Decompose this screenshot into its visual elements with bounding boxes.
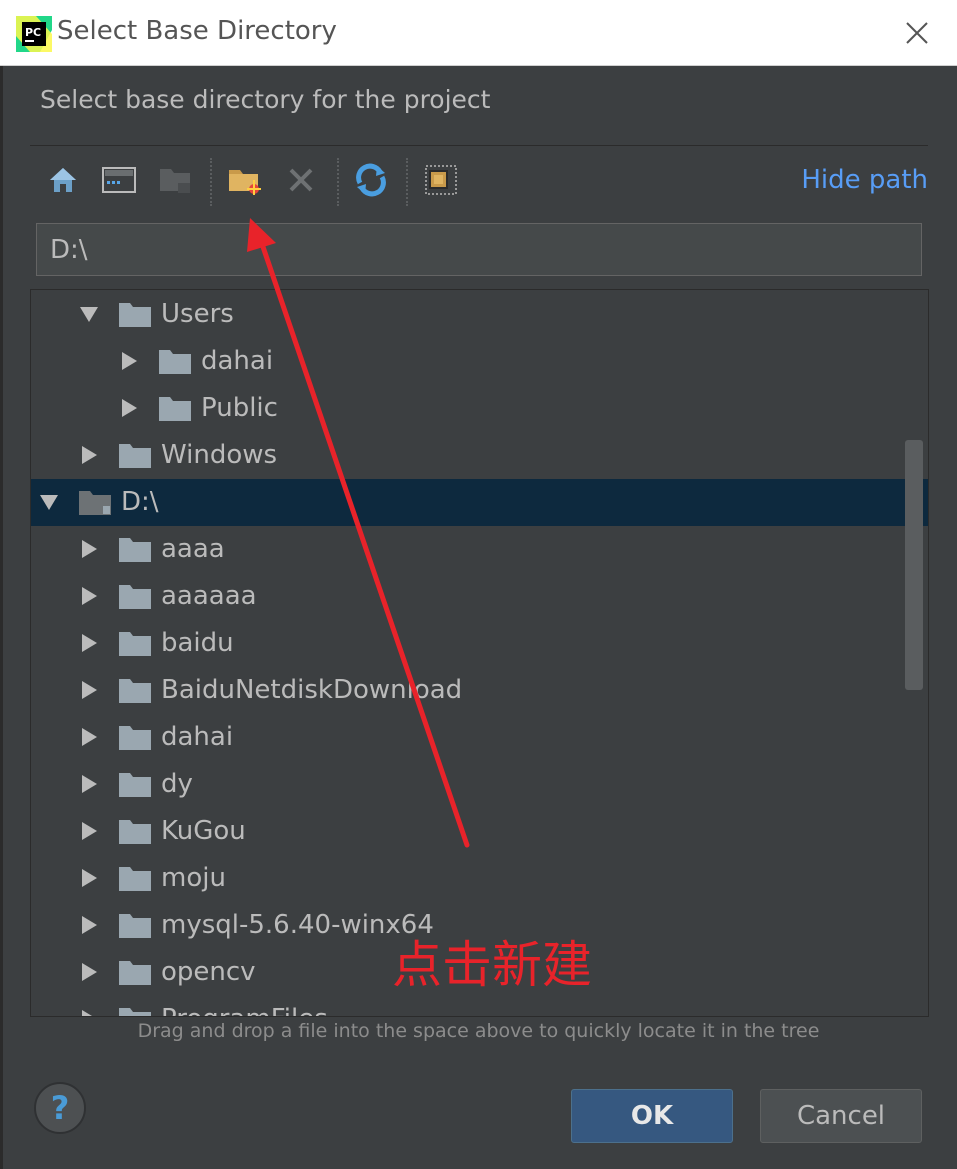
folder-icon: [119, 820, 151, 844]
folder-icon: [119, 961, 151, 985]
tree-row-label: Windows: [161, 440, 278, 470]
expand-down-icon[interactable]: [39, 492, 59, 512]
cancel-button[interactable]: Cancel: [760, 1089, 922, 1143]
expand-right-icon[interactable]: [79, 962, 99, 982]
expand-right-icon[interactable]: [79, 774, 99, 794]
tree-row-label: KuGou: [161, 816, 246, 846]
tree-row[interactable]: BaiduNetdiskDownload: [31, 667, 928, 714]
folder-icon: [119, 867, 151, 891]
expand-right-icon[interactable]: [79, 1009, 99, 1017]
tree-row[interactable]: D:\: [31, 479, 928, 526]
drive-icon: [79, 491, 111, 515]
expand-right-icon[interactable]: [79, 633, 99, 653]
drag-drop-hint: Drag and drop a file into the space abov…: [137, 1020, 820, 1042]
tree-row[interactable]: KuGou: [31, 808, 928, 855]
tree-row-label: dahai: [161, 722, 234, 752]
tree-row[interactable]: dy: [31, 761, 928, 808]
dialog-description: Select base directory for the project: [40, 85, 491, 114]
tree-row-label: Public: [201, 393, 278, 423]
tree-row-label: Users: [161, 299, 234, 329]
expand-right-icon[interactable]: [79, 868, 99, 888]
expand-right-icon[interactable]: [79, 915, 99, 935]
help-button[interactable]: ?: [34, 1082, 86, 1134]
window-title: Select Base Directory: [57, 16, 337, 46]
folder-icon: [119, 303, 151, 327]
tree-row-label: aaaa: [161, 534, 225, 564]
help-icon: ?: [50, 1089, 70, 1127]
tree-row[interactable]: dahai: [31, 338, 928, 385]
show-hidden-icon[interactable]: [423, 162, 459, 198]
tree-row[interactable]: ProgramFiles: [31, 996, 928, 1017]
path-input[interactable]: [36, 223, 922, 276]
tree-row-label: BaiduNetdiskDownload: [161, 675, 463, 705]
folder-icon: [119, 679, 151, 703]
expand-right-icon[interactable]: [79, 821, 99, 841]
tree-row[interactable]: dahai: [31, 714, 928, 761]
folder-icon: [159, 397, 191, 421]
folder-icon: [119, 726, 151, 750]
tree-row[interactable]: aaaa: [31, 526, 928, 573]
expand-right-icon[interactable]: [79, 727, 99, 747]
tree-row-label: D:\: [121, 487, 159, 517]
tree-row[interactable]: Users: [31, 291, 928, 338]
folder-icon: [159, 350, 191, 374]
hide-path-link[interactable]: Hide path: [801, 165, 928, 195]
toolbar-separator: [337, 158, 339, 206]
expand-right-icon[interactable]: [119, 398, 139, 418]
logo-text: PC: [25, 26, 41, 39]
ok-button[interactable]: OK: [571, 1089, 733, 1143]
expand-right-icon[interactable]: [79, 680, 99, 700]
folder-icon: [119, 538, 151, 562]
expand-right-icon[interactable]: [79, 586, 99, 606]
title-bar: PC Select Base Directory: [0, 0, 957, 66]
new-folder-icon[interactable]: [227, 162, 263, 198]
folder-icon: [119, 632, 151, 656]
tree-row[interactable]: baidu: [31, 620, 928, 667]
close-icon[interactable]: [900, 16, 934, 50]
desktop-icon[interactable]: [101, 162, 137, 198]
tree-row-label: baidu: [161, 628, 234, 658]
scrollbar-thumb[interactable]: [905, 440, 923, 690]
refresh-icon[interactable]: [353, 162, 389, 198]
toolbar-separator: [406, 158, 408, 206]
pycharm-logo-icon: PC: [16, 16, 52, 52]
tree-row-label: dy: [161, 769, 193, 799]
window-edge: [0, 66, 3, 1169]
folder-icon: [119, 585, 151, 609]
toolbar-separator: [210, 158, 212, 206]
annotation-text: 点击新建: [392, 936, 592, 994]
tree-row-label: ProgramFiles: [161, 1004, 328, 1016]
expand-down-icon[interactable]: [79, 304, 99, 324]
tree-row[interactable]: Public: [31, 385, 928, 432]
delete-icon: [283, 162, 319, 198]
tree-row[interactable]: Windows: [31, 432, 928, 479]
folder-icon: [119, 1008, 151, 1016]
tree-row-label: aaaaaa: [161, 581, 257, 611]
expand-right-icon[interactable]: [119, 351, 139, 371]
tree-row-label: dahai: [201, 346, 274, 376]
expand-right-icon[interactable]: [79, 539, 99, 559]
folder-icon: [119, 914, 151, 938]
home-icon[interactable]: [45, 162, 81, 198]
tree-row[interactable]: aaaaaa: [31, 573, 928, 620]
folder-icon: [119, 444, 151, 468]
tree-row-label: moju: [161, 863, 226, 893]
directory-tree[interactable]: Users dahai Public Windows D:\ aaaa aaaaaa baid…: [30, 289, 929, 1017]
project-folder-icon: [157, 162, 193, 198]
folder-icon: [119, 773, 151, 797]
tree-row-label: opencv: [161, 957, 256, 987]
divider: [30, 145, 928, 146]
tree-row[interactable]: moju: [31, 855, 928, 902]
expand-right-icon[interactable]: [79, 445, 99, 465]
